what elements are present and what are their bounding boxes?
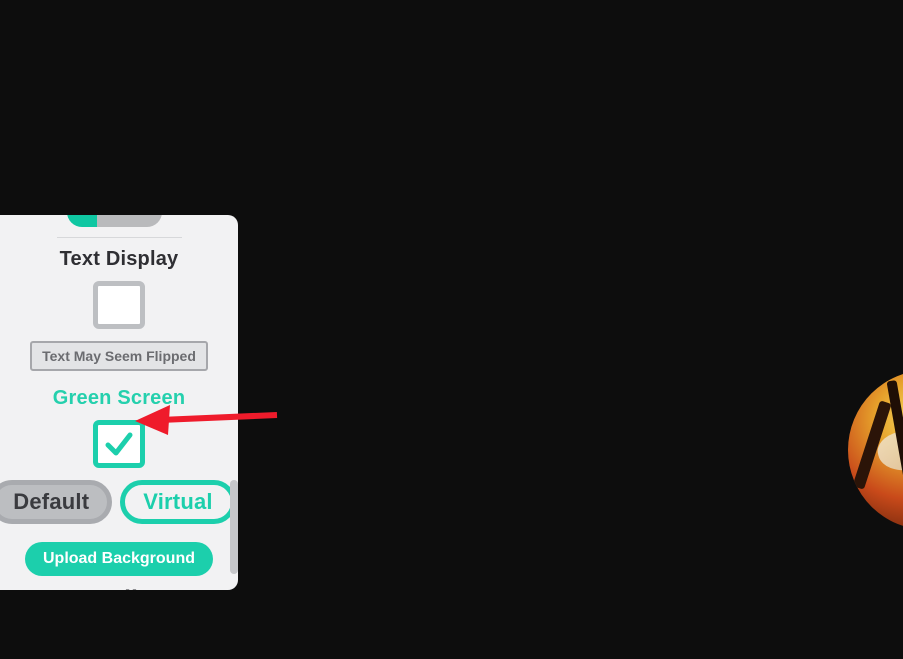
avatar xyxy=(848,370,903,530)
previous-toggle-partial xyxy=(67,215,172,227)
green-screen-heading: Green Screen xyxy=(53,387,185,410)
avatar-illustration xyxy=(848,370,903,530)
face-filters-heading: Face Filters! xyxy=(47,586,191,590)
settings-panel: Text Display Text May Seem Flipped Green… xyxy=(0,215,238,590)
avatar-highlight xyxy=(874,423,903,477)
scrollbar-thumb[interactable] xyxy=(230,480,238,574)
panel-inner: Text Display Text May Seem Flipped Green… xyxy=(12,215,226,590)
default-button[interactable]: Default xyxy=(0,480,112,524)
text-display-checkbox[interactable] xyxy=(93,281,145,329)
check-icon xyxy=(103,428,135,460)
previous-toggle-off[interactable] xyxy=(97,215,162,227)
upload-background-button[interactable]: Upload Background xyxy=(25,542,213,576)
text-flipped-note: Text May Seem Flipped xyxy=(30,341,208,371)
text-display-heading: Text Display xyxy=(60,248,179,271)
virtual-button[interactable]: Virtual xyxy=(120,480,235,524)
previous-toggle-on[interactable] xyxy=(67,215,97,227)
green-screen-checkbox[interactable] xyxy=(93,420,145,468)
divider xyxy=(57,237,182,238)
green-screen-mode-toggle: Default Virtual xyxy=(6,480,220,524)
